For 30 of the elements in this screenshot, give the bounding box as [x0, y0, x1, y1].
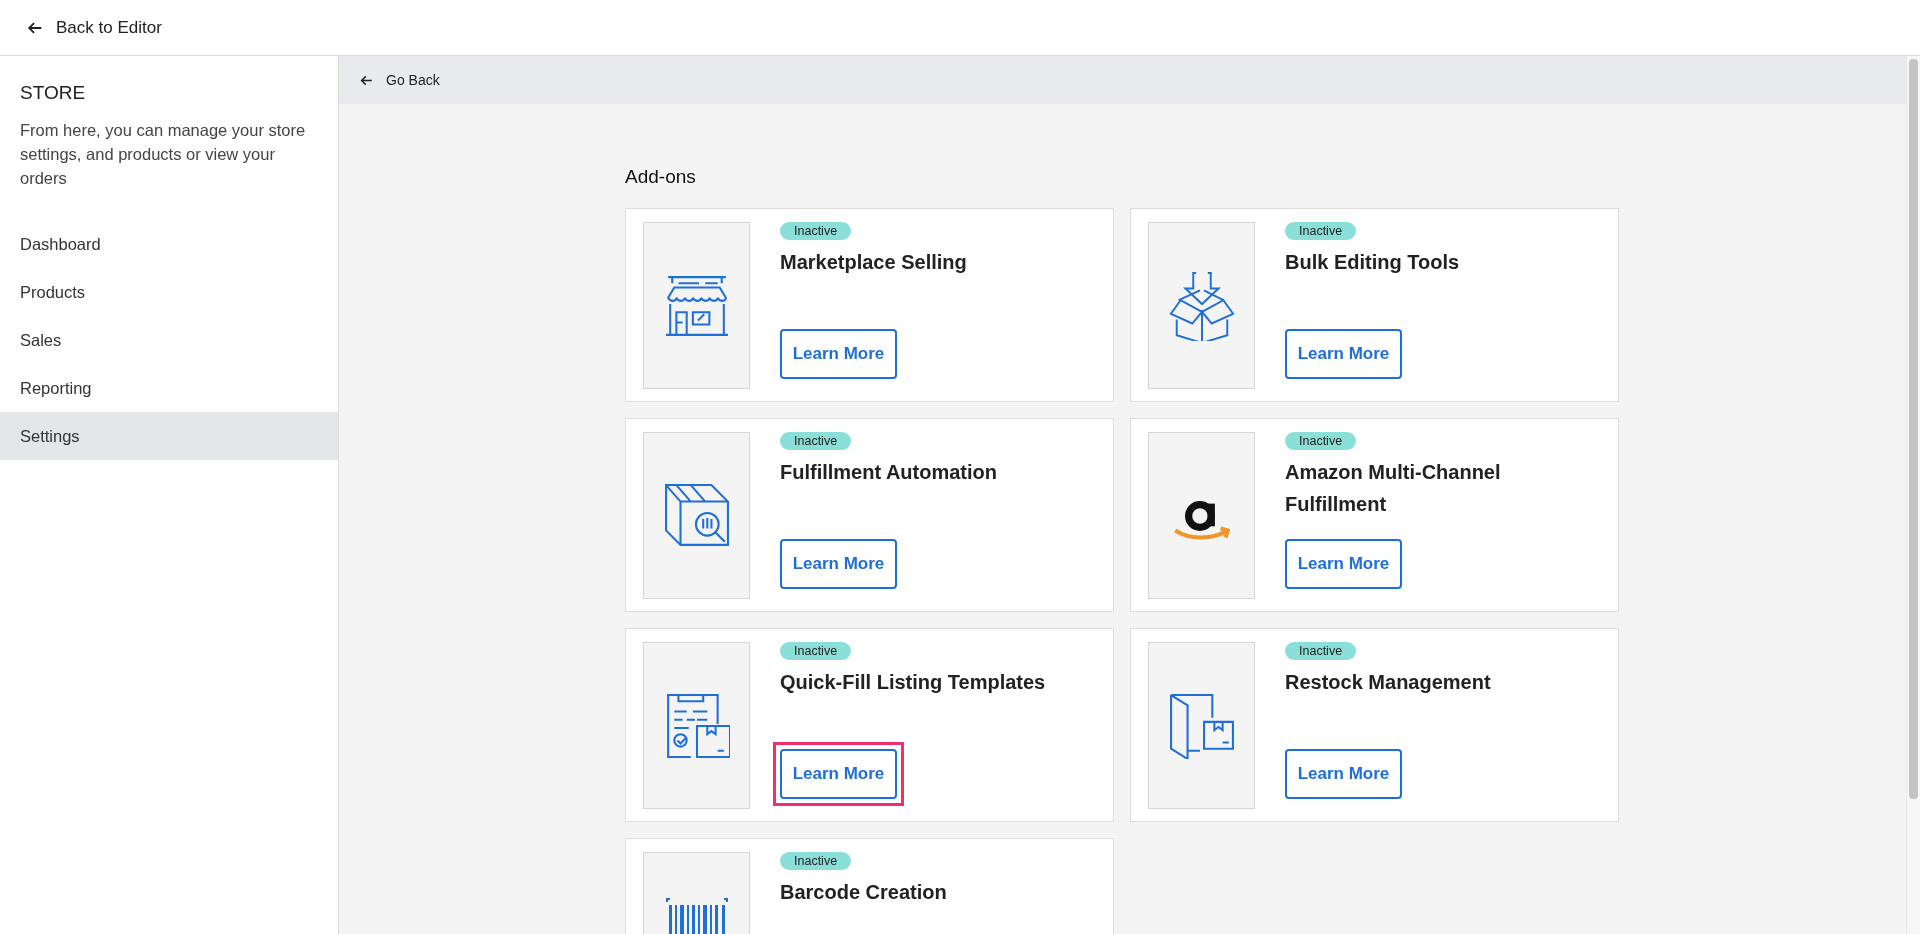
sidebar-title: STORE [20, 82, 87, 104]
learn-more-button[interactable]: Learn More [1285, 539, 1402, 589]
addon-title: Bulk Editing Tools [1285, 250, 1460, 275]
back-to-editor-link[interactable]: Back to Editor [26, 17, 162, 38]
sidebar-item[interactable]: Sales [0, 316, 338, 364]
go-back-link[interactable]: Go Back [359, 72, 440, 88]
addon-title: Amazon Multi-Channel Fulfillment [1285, 460, 1502, 517]
status-badge: Inactive [780, 432, 852, 450]
addon-title: Fulfillment Automation [780, 460, 997, 485]
sidebar-item[interactable]: Reporting [0, 364, 338, 412]
learn-more-button[interactable]: Learn More [780, 539, 897, 589]
section-heading: Add-ons [625, 166, 697, 188]
status-badge: Inactive [780, 222, 852, 240]
sidebar-description: From here, you can manage your store settings, and products or view your orders [20, 120, 307, 189]
learn-more-button[interactable]: Learn More [780, 749, 897, 799]
status-badge: Inactive [1285, 222, 1357, 240]
status-badge: Inactive [780, 642, 852, 660]
addon-title: Restock Management [1285, 670, 1491, 695]
sidebar-item[interactable]: Dashboard [0, 220, 338, 268]
status-badge: Inactive [1285, 642, 1357, 660]
addon-title: Quick-Fill Listing Templates [780, 670, 1046, 695]
sidebar-item[interactable]: Products [0, 268, 338, 316]
addon-title: Marketplace Selling [780, 250, 967, 275]
learn-more-button[interactable]: Learn More [1285, 329, 1402, 379]
status-badge: Inactive [780, 852, 852, 870]
learn-more-button[interactable]: Learn More [1285, 749, 1402, 799]
learn-more-button[interactable]: Learn More [780, 329, 897, 379]
addon-title: Barcode Creation [780, 880, 947, 905]
sidebar-item[interactable]: Settings [0, 412, 338, 460]
status-badge: Inactive [1285, 432, 1357, 450]
